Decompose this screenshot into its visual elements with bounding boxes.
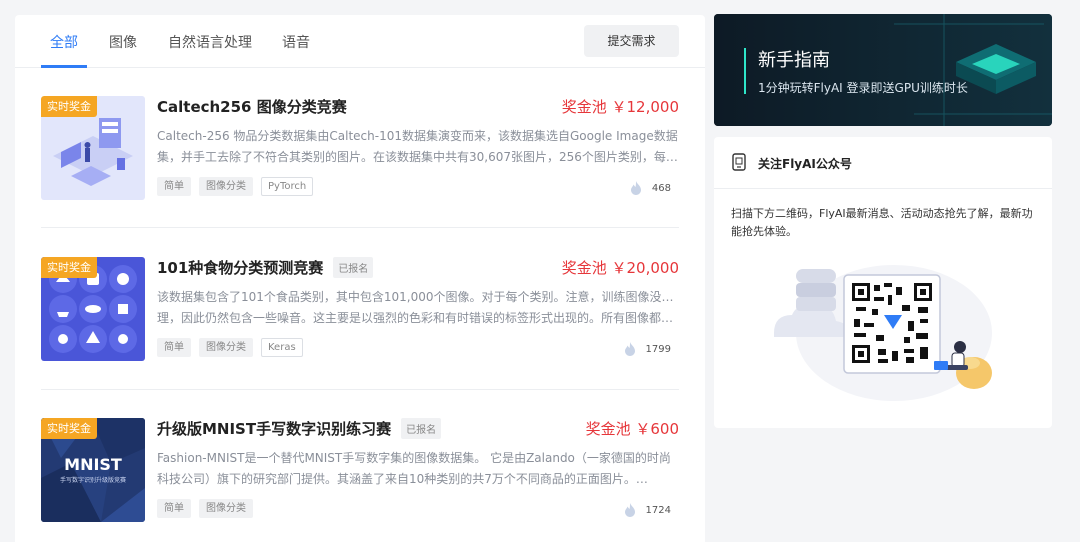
- tag-difficulty: 简单: [157, 338, 191, 357]
- competition-list-panel: 全部 图像 自然语言处理 语音 提交需求 实时奖金 Caltech256 图像分…: [15, 15, 705, 542]
- competition-item[interactable]: MNIST 手写数字识别升级版竞赛 实时奖金 升级版MNIST手写数字识别练习赛…: [41, 417, 679, 522]
- tag-category: 图像分类: [199, 177, 253, 196]
- competition-thumbnail[interactable]: 实时奖金: [41, 96, 145, 200]
- tag-list: 简单 图像分类: [157, 499, 253, 518]
- live-bonus-badge: 实时奖金: [41, 418, 97, 439]
- enrolled-badge: 已报名: [333, 256, 374, 278]
- prize-pool: 奖金池 ￥600: [585, 420, 679, 438]
- accent-bar: [744, 48, 746, 94]
- competition-item[interactable]: 实时奖金 Caltech256 图像分类竞赛 奖金池 ￥12,000 Calte…: [41, 96, 679, 200]
- tag-list: 简单 图像分类 Keras: [157, 338, 303, 357]
- thumbnail-title: MNIST: [64, 455, 122, 474]
- competition-title[interactable]: 101种食物分类预测竞赛: [157, 257, 323, 278]
- tag-framework: Keras: [261, 338, 303, 357]
- tab-image[interactable]: 图像: [109, 32, 137, 52]
- prize-pool: 奖金池 ￥12,000: [561, 98, 679, 116]
- flame-icon: [630, 181, 641, 195]
- tag-category: 图像分类: [199, 338, 253, 357]
- tab-speech[interactable]: 语音: [282, 32, 310, 52]
- tab-nlp[interactable]: 自然语言处理: [168, 32, 252, 52]
- tag-framework: PyTorch: [261, 177, 314, 196]
- competition-description: Fashion-MNIST是一个替代MNIST手写数字集的图像数据集。 它是由Z…: [157, 451, 671, 486]
- phone-icon: [732, 153, 746, 171]
- competition-thumbnail[interactable]: 实时奖金: [41, 257, 145, 361]
- qr-code-illustration: [774, 265, 992, 401]
- enrolled-badge: 已报名: [401, 417, 442, 439]
- category-tabs: 全部 图像 自然语言处理 语音 提交需求: [15, 15, 705, 68]
- competition-description: Caltech-256 物品分类数据集由Caltech-101数据集演变而来，该…: [157, 129, 678, 164]
- wechat-follow-card: 关注FlyAI公众号 扫描下方二维码，FlyAI最新消息、活动动态抢先了解，最新…: [714, 137, 1052, 428]
- tag-difficulty: 简单: [157, 499, 191, 518]
- popularity-count: 1724: [622, 502, 671, 518]
- tag-list: 简单 图像分类 PyTorch: [157, 177, 314, 196]
- submit-request-button[interactable]: 提交需求: [584, 25, 679, 57]
- card-title: 关注FlyAI公众号: [758, 157, 852, 171]
- thumbnail-subtitle: 手写数字识别升级版竞赛: [60, 476, 126, 484]
- prize-pool: 奖金池 ￥20,000: [561, 259, 679, 277]
- live-bonus-badge: 实时奖金: [41, 257, 97, 278]
- beginner-guide-banner[interactable]: 新手指南 1分钟玩转FlyAI 登录即送GPU训练时长: [714, 14, 1052, 126]
- competition-title[interactable]: 升级版MNIST手写数字识别练习赛: [157, 418, 391, 439]
- active-tab-indicator: [41, 65, 87, 68]
- competition-title[interactable]: Caltech256 图像分类竞赛: [157, 96, 347, 117]
- tab-all[interactable]: 全部: [50, 32, 78, 52]
- banner-subtitle: 1分钟玩转FlyAI 登录即送GPU训练时长: [758, 81, 968, 95]
- popularity-count: 468: [628, 180, 671, 196]
- popularity-count: 1799: [622, 341, 671, 357]
- divider: [41, 389, 679, 390]
- card-description: 扫描下方二维码，FlyAI最新消息、活动动态抢先了解，最新功能抢先体验。: [731, 207, 1033, 238]
- tag-difficulty: 简单: [157, 177, 191, 196]
- flame-icon: [624, 342, 635, 356]
- tag-category: 图像分类: [199, 499, 253, 518]
- divider: [41, 227, 679, 228]
- live-bonus-badge: 实时奖金: [41, 96, 97, 117]
- banner-title: 新手指南: [758, 50, 830, 71]
- competition-description: 该数据集包含了101个食品类别，其中包含101,000个图像。对于每个类别。注意…: [157, 290, 679, 325]
- flame-icon: [624, 503, 635, 517]
- competition-item[interactable]: 实时奖金 101种食物分类预测竞赛 已报名 奖金池 ￥20,000 该数据集包含…: [41, 256, 679, 361]
- competition-thumbnail[interactable]: MNIST 手写数字识别升级版竞赛 实时奖金: [41, 418, 145, 522]
